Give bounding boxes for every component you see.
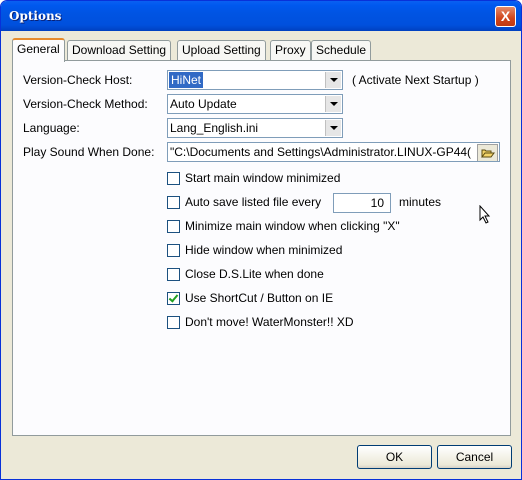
chevron-down-icon[interactable]: [325, 120, 341, 136]
checkbox[interactable]: [167, 196, 180, 209]
sound-label: Play Sound When Done:: [23, 145, 155, 159]
checkbox[interactable]: [167, 220, 180, 233]
tab-upload-setting[interactable]: Upload Setting: [177, 40, 266, 60]
check-label: Don't move! WaterMonster!! XD: [185, 315, 354, 329]
mouse-pointer-icon: [479, 204, 491, 228]
check-label: Auto save listed file every: [185, 195, 322, 209]
options-dialog: Options X General Download Setting Uploa…: [0, 0, 522, 480]
sound-path-value: "C:\Documents and Settings\Administrator…: [170, 145, 472, 159]
chevron-down-icon[interactable]: [325, 96, 341, 112]
tab-general[interactable]: General: [12, 38, 65, 62]
method-label: Version-Check Method:: [23, 97, 148, 111]
host-label: Version-Check Host:: [23, 73, 133, 87]
checkbox[interactable]: [167, 244, 180, 257]
cancel-button[interactable]: Cancel: [437, 445, 512, 469]
language-select[interactable]: Lang_English.ini: [167, 118, 343, 138]
language-value: Lang_English.ini: [170, 121, 259, 135]
activate-note: ( Activate Next Startup ): [352, 73, 479, 87]
check-label: Hide window when minimized: [185, 243, 343, 257]
close-button[interactable]: X: [495, 6, 516, 27]
title-bar[interactable]: Options X: [1, 1, 521, 31]
host-select[interactable]: HiNet: [167, 70, 343, 90]
minutes-label: minutes: [399, 195, 442, 209]
method-value: Auto Update: [170, 97, 237, 111]
sound-path-input[interactable]: "C:\Documents and Settings\Administrator…: [167, 142, 500, 162]
minutes-value: 10: [370, 196, 384, 210]
tab-download-setting[interactable]: Download Setting: [67, 40, 172, 60]
tab-proxy[interactable]: Proxy: [270, 40, 311, 60]
check-label: Use ShortCut / Button on IE: [185, 291, 334, 305]
folder-open-icon[interactable]: [477, 144, 498, 161]
general-panel: Version-Check Host: HiNet ( Activate Nex…: [12, 60, 511, 436]
language-label: Language:: [23, 121, 80, 135]
tab-schedule[interactable]: Schedule: [311, 40, 372, 60]
close-icon: X: [500, 8, 511, 24]
method-select[interactable]: Auto Update: [167, 94, 343, 114]
checkbox[interactable]: [167, 268, 180, 281]
chevron-down-icon[interactable]: [325, 72, 341, 88]
check-label: Minimize main window when clicking "X": [185, 219, 400, 233]
host-value: HiNet: [169, 72, 204, 88]
checkbox[interactable]: [167, 316, 180, 329]
check-label: Close D.S.Lite when done: [185, 267, 324, 281]
window-title: Options: [9, 9, 62, 23]
check-label: Start main window minimized: [185, 171, 341, 185]
ok-button[interactable]: OK: [357, 445, 432, 469]
checkbox[interactable]: [167, 172, 180, 185]
auto-save-minutes-input[interactable]: 10: [333, 193, 391, 213]
checkbox-checked[interactable]: [167, 292, 180, 305]
